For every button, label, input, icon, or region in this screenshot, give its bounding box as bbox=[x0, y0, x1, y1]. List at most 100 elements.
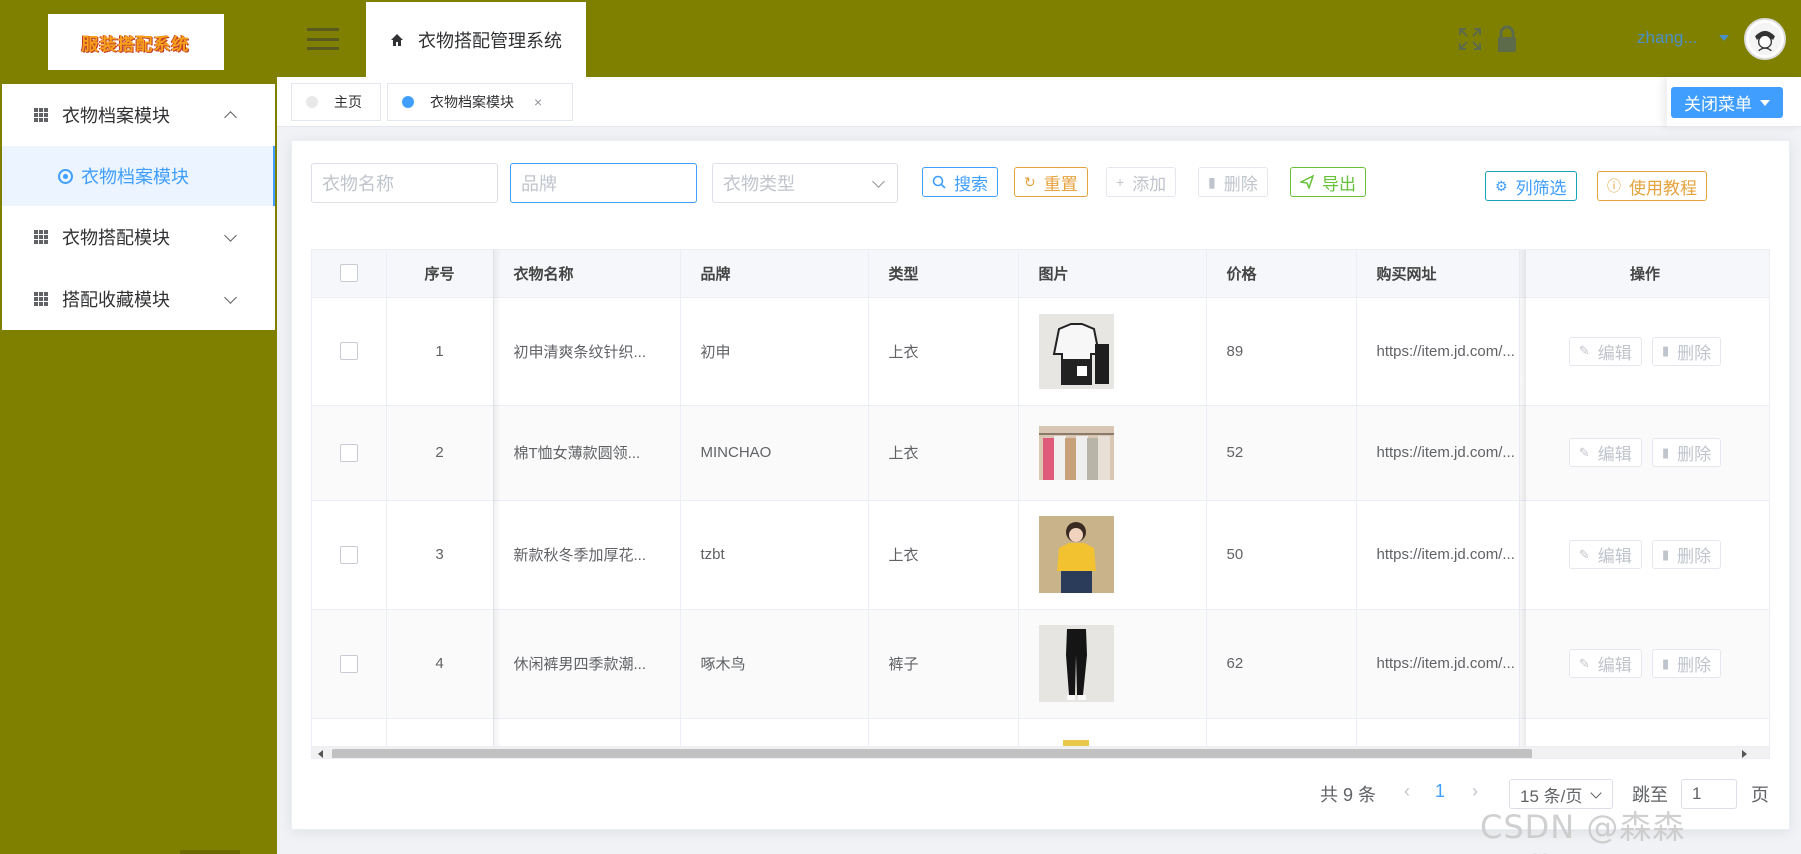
edit-button[interactable]: ✎ 编辑 bbox=[1568, 649, 1642, 678]
index-cell: 2 bbox=[386, 405, 494, 501]
trash-icon: ▮ bbox=[1661, 546, 1670, 562]
tutorial-button[interactable]: ⓘ 使用教程 bbox=[1597, 171, 1707, 201]
delete-button[interactable]: ▮ 删除 bbox=[1198, 167, 1268, 197]
edit-button[interactable]: ✎ 编辑 bbox=[1568, 540, 1642, 569]
column-header[interactable]: 衣物名称 bbox=[493, 250, 681, 298]
column-header[interactable]: 图片 bbox=[1018, 250, 1207, 298]
url-cell[interactable]: https://item.jd.com/... bbox=[1356, 297, 1520, 406]
row-delete-button[interactable]: ▮ 删除 bbox=[1651, 336, 1722, 366]
header-title: 衣物搭配管理系统 bbox=[418, 30, 562, 51]
caret-down-icon[interactable] bbox=[1719, 35, 1729, 41]
row-checkbox[interactable] bbox=[339, 654, 358, 673]
tab-label: 主页 bbox=[334, 94, 362, 110]
grid-icon bbox=[34, 108, 48, 122]
scroll-left-icon[interactable] bbox=[318, 750, 323, 758]
close-icon[interactable]: × bbox=[534, 94, 542, 110]
column-filter-button[interactable]: ⚙ 列筛选 bbox=[1485, 171, 1577, 201]
row-checkbox[interactable] bbox=[339, 545, 358, 564]
column-header[interactable]: 操作 bbox=[1519, 250, 1769, 298]
watermark: CSDN @森森 coding bbox=[1480, 808, 1686, 854]
column-header[interactable]: 品牌 bbox=[680, 250, 869, 298]
next-page-icon[interactable]: › bbox=[1472, 781, 1478, 802]
scroll-right-icon[interactable] bbox=[1742, 750, 1747, 758]
url-cell[interactable]: https://item.jd.com/... bbox=[1356, 609, 1520, 719]
row-delete-button[interactable]: ▮ 删除 bbox=[1651, 649, 1722, 678]
edit-label: 编辑 bbox=[1597, 343, 1632, 363]
column-header[interactable]: 价格 bbox=[1206, 250, 1357, 298]
url-cell[interactable]: https://item.jd.com/... bbox=[1356, 405, 1520, 501]
row-delete-button[interactable]: ▮ 删除 bbox=[1651, 438, 1722, 467]
delete-label: 删除 bbox=[1677, 547, 1712, 566]
type-cell: 上衣 bbox=[868, 297, 1019, 406]
sidebar-item-outfit[interactable]: 衣物搭配模块 bbox=[2, 206, 275, 268]
column-header[interactable]: 序号 bbox=[386, 250, 494, 298]
table-row: 1 初申清爽条纹针织... 初申 上衣 89 https://item.jd.c… bbox=[312, 297, 1769, 406]
clothing-thumbnail[interactable] bbox=[1038, 516, 1114, 593]
avatar[interactable] bbox=[1744, 18, 1786, 60]
name-filter-placeholder: 衣物名称 bbox=[322, 174, 394, 194]
clothing-thumbnail[interactable] bbox=[1038, 425, 1114, 480]
grid-icon bbox=[34, 230, 48, 244]
url-cell[interactable]: https://item.jd.com/... bbox=[1356, 500, 1520, 610]
row-checkbox-cell bbox=[312, 405, 387, 501]
avatar-image bbox=[1748, 22, 1782, 56]
edit-label: 编辑 bbox=[1597, 656, 1632, 675]
edit-button[interactable]: ✎ 编辑 bbox=[1568, 438, 1642, 467]
index-cell: 4 bbox=[386, 609, 494, 719]
pagination-total: 共 9 条 bbox=[1320, 785, 1377, 805]
clothing-thumbnail[interactable] bbox=[1038, 625, 1114, 702]
table-row: 3 新款秋冬季加厚花... tzbt 上衣 50 https://item.jd… bbox=[312, 500, 1769, 610]
image-cell bbox=[1018, 405, 1207, 501]
tab-label: 衣物档案模块 bbox=[430, 94, 514, 110]
row-checkbox-cell bbox=[312, 297, 387, 406]
type-cell: 上衣 bbox=[868, 405, 1019, 501]
sidebar-subitem-clothing-archive[interactable]: 衣物档案模块 bbox=[2, 146, 275, 206]
table-header-row: 序号 衣物名称 品牌 类型 图片 价格 购买网址 操作 bbox=[312, 250, 1769, 298]
sidebar-item-favorites[interactable]: 搭配收藏模块 bbox=[2, 268, 275, 330]
gear-icon: ⚙ bbox=[1495, 177, 1508, 194]
column-header[interactable]: 购买网址 bbox=[1356, 250, 1520, 298]
page-number-1[interactable]: 1 bbox=[1435, 781, 1445, 802]
header-home-tab[interactable]: 衣物搭配管理系统 bbox=[366, 2, 586, 77]
image-cell bbox=[1018, 500, 1207, 610]
clothing-thumbnail[interactable] bbox=[1038, 313, 1114, 389]
close-menu-button[interactable]: 关闭菜单 bbox=[1671, 87, 1783, 118]
name-cell: 初申清爽条纹针织... bbox=[493, 297, 681, 406]
column-header[interactable]: 类型 bbox=[868, 250, 1019, 298]
horizontal-scrollbar[interactable] bbox=[312, 746, 1769, 758]
brand-filter-input[interactable]: 品牌 bbox=[510, 163, 697, 203]
brand-cell: 初申 bbox=[680, 297, 869, 406]
sidebar-item-clothing-archive[interactable]: 衣物档案模块 bbox=[2, 84, 275, 146]
fullscreen-icon[interactable] bbox=[1458, 27, 1482, 51]
scrollbar-thumb[interactable] bbox=[332, 749, 1532, 758]
brand-cell: 啄木鸟 bbox=[680, 609, 869, 719]
row-delete-button[interactable]: ▮ 删除 bbox=[1651, 540, 1722, 569]
sidebar-item-label: 搭配收藏模块 bbox=[62, 290, 170, 310]
row-checkbox[interactable] bbox=[339, 342, 358, 361]
name-cell: 新款秋冬季加厚花... bbox=[493, 500, 681, 610]
name-filter-input[interactable]: 衣物名称 bbox=[311, 163, 498, 203]
hamburger-menu-icon[interactable] bbox=[307, 28, 339, 50]
data-table: 序号 衣物名称 品牌 类型 图片 价格 购买网址 操作 1 初申清爽条纹针织..… bbox=[311, 249, 1770, 759]
reset-button[interactable]: ↻ 重置 bbox=[1014, 167, 1088, 197]
prev-page-icon[interactable]: ‹ bbox=[1404, 781, 1410, 802]
sidebar-footer-mark bbox=[180, 850, 240, 854]
grid-icon bbox=[34, 292, 48, 306]
edit-button[interactable]: ✎ 编辑 bbox=[1568, 336, 1642, 366]
logo-area: 服装搭配系统 bbox=[0, 0, 277, 84]
select-all-cell bbox=[312, 250, 387, 298]
lock-icon[interactable] bbox=[1496, 25, 1518, 53]
select-all-checkbox[interactable] bbox=[339, 264, 358, 283]
actions-cell: ✎ 编辑 ▮ 删除 bbox=[1519, 500, 1769, 610]
tab-home[interactable]: 主页 bbox=[291, 83, 381, 121]
search-button[interactable]: 搜索 bbox=[922, 167, 998, 197]
type-filter-select[interactable]: 衣物类型 bbox=[712, 163, 898, 203]
add-button[interactable]: + 添加 bbox=[1106, 167, 1177, 197]
type-cell: 上衣 bbox=[868, 500, 1019, 610]
actions-cell: ✎ 编辑 ▮ 删除 bbox=[1519, 405, 1769, 501]
row-checkbox[interactable] bbox=[339, 443, 358, 462]
user-name[interactable]: zhang... bbox=[1637, 28, 1698, 48]
type-filter-placeholder: 衣物类型 bbox=[723, 174, 795, 194]
tab-clothing-archive[interactable]: 衣物档案模块 × bbox=[387, 83, 573, 121]
export-button[interactable]: 导出 bbox=[1290, 167, 1366, 197]
